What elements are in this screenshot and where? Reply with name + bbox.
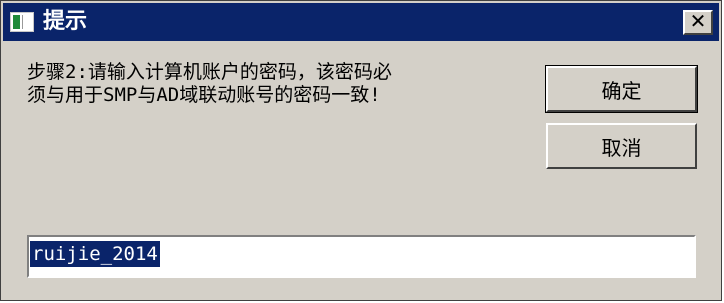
app-icon-green-bar (13, 15, 20, 29)
window-title: 提示 (43, 9, 88, 34)
dialog-message: 步骤2:请输入计算机账户的密码，该密码必 须与用于SMP与AD域联动账号的密码一… (27, 61, 392, 106)
password-input[interactable]: ruijie_2014 (27, 235, 696, 278)
ok-button-label: 确定 (601, 78, 642, 103)
password-input-value: ruijie_2014 (30, 241, 160, 267)
close-icon: ✕ (689, 9, 707, 33)
cancel-button-label: 取消 (601, 135, 642, 160)
title-bar[interactable]: 提示 ✕ (3, 3, 719, 41)
window-app-icon (10, 12, 34, 32)
app-icon-panel (22, 15, 32, 29)
cancel-button[interactable]: 取消 (546, 123, 697, 169)
dialog-window: 提示 ✕ 步骤2:请输入计算机账户的密码，该密码必 须与用于SMP与AD域联动账… (0, 0, 722, 301)
ok-button[interactable]: 确定 (545, 65, 698, 113)
close-button[interactable]: ✕ (683, 10, 713, 35)
